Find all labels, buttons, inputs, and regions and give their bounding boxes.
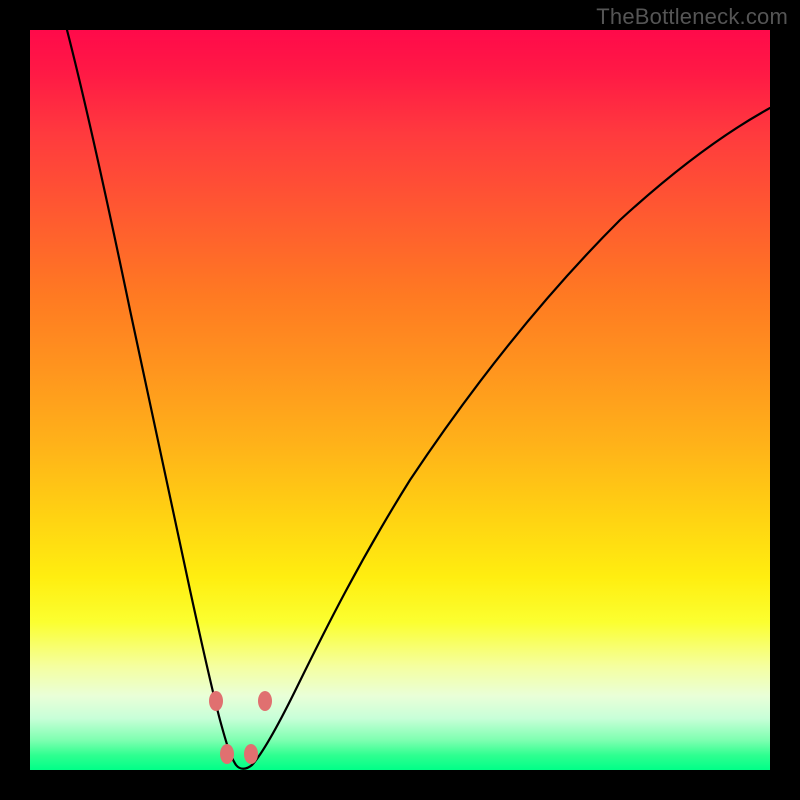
chart-stage: TheBottleneck.com (0, 0, 800, 800)
bottleneck-curve-path (67, 30, 770, 769)
curve-marker (209, 691, 223, 711)
plot-area (30, 30, 770, 770)
curve-marker (258, 691, 272, 711)
bottleneck-curve-svg (30, 30, 770, 770)
curve-marker (220, 744, 234, 764)
watermark-text: TheBottleneck.com (596, 4, 788, 30)
curve-marker (244, 744, 258, 764)
